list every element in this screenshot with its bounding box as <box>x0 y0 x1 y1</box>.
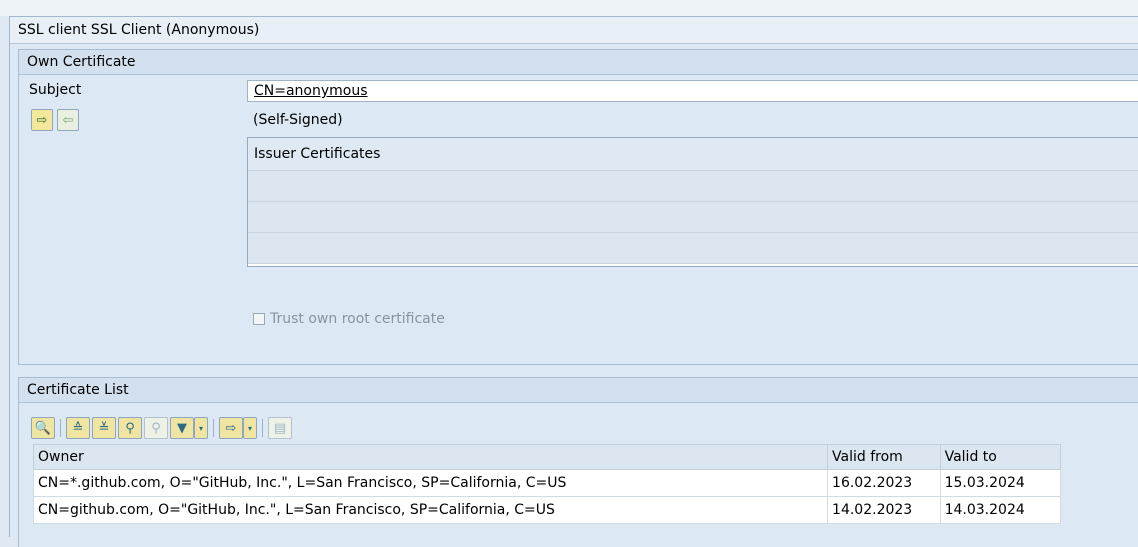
certificate-list-title: Certificate List <box>19 378 1138 403</box>
filter-icon: ▼ <box>177 420 187 436</box>
export-dropdown[interactable]: ▾ <box>243 417 257 439</box>
own-certificate-group: Own Certificate Subject CN=anonymous ⇨ ⇦… <box>18 49 1138 365</box>
sort-descending-button[interactable]: ≚ <box>92 417 116 439</box>
table-row[interactable]: CN=*.github.com, O="GitHub, Inc.", L=San… <box>32 469 1062 497</box>
details-icon: 🔍 <box>34 420 52 436</box>
table-row[interactable] <box>248 233 1138 264</box>
owner-cell[interactable]: CN=*.github.com, O="GitHub, Inc.", L=San… <box>32 469 829 497</box>
sort-ascending-icon: ≙ <box>72 420 84 436</box>
export-certificate-button[interactable]: ⇦ <box>57 109 79 131</box>
chevron-down-icon: ▾ <box>198 423 203 433</box>
find-next-button[interactable]: ⚲ <box>144 417 168 439</box>
table-header-row: Owner Valid from Valid to <box>32 444 1062 470</box>
issuer-certificates-header: Issuer Certificates <box>248 138 1138 171</box>
table-row[interactable]: CN=github.com, O="GitHub, Inc.", L=San F… <box>32 496 1062 524</box>
filter-dropdown[interactable]: ▾ <box>194 417 208 439</box>
certificate-list-group: Certificate List 🔍 ≙ ≚ ⚲ ⚲ ▼ ▾ ⇨ ▾ ▤ Own… <box>18 377 1138 547</box>
trust-own-root-label: Trust own root certificate <box>270 311 445 327</box>
valid-from-cell[interactable]: 16.02.2023 <box>827 469 941 497</box>
certificate-list-table: Owner Valid from Valid to CN=*.github.co… <box>32 444 1062 524</box>
sort-descending-icon: ≚ <box>98 420 110 436</box>
own-certificate-title: Own Certificate <box>19 50 1138 75</box>
import-certificate-button[interactable]: ⇨ <box>31 109 53 131</box>
export-icon: ⇦ <box>62 112 74 128</box>
column-valid-from[interactable]: Valid from <box>827 444 941 470</box>
panel-title: SSL client SSL Client (Anonymous) <box>10 17 1138 44</box>
ssl-client-panel: SSL client SSL Client (Anonymous) Own Ce… <box>9 16 1138 547</box>
valid-to-cell[interactable]: 15.03.2024 <box>939 469 1062 497</box>
import-icon: ⇨ <box>36 112 48 128</box>
trust-own-root-checkbox[interactable]: Trust own root certificate <box>253 311 445 327</box>
column-valid-to[interactable]: Valid to <box>939 444 1062 470</box>
top-strip <box>0 0 1138 16</box>
toolbar-separator <box>262 419 263 437</box>
table-row[interactable] <box>248 202 1138 233</box>
table-row[interactable] <box>248 171 1138 202</box>
certificate-list-toolbar: 🔍 ≙ ≚ ⚲ ⚲ ▼ ▾ ⇨ ▾ ▤ <box>31 416 294 440</box>
filter-button[interactable]: ▼ <box>170 417 194 439</box>
toolbar-separator <box>213 419 214 437</box>
column-owner[interactable]: Owner <box>32 444 829 470</box>
chevron-down-icon: ▾ <box>247 423 252 433</box>
export-list-button[interactable]: ⇨ <box>219 417 243 439</box>
self-signed-label: (Self-Signed) <box>253 112 343 128</box>
details-button[interactable]: 🔍 <box>31 417 55 439</box>
export-list-icon: ⇨ <box>225 420 237 436</box>
layout-icon: ▤ <box>273 420 287 436</box>
find-next-icon: ⚲ <box>151 420 161 436</box>
checkbox-icon <box>253 313 265 325</box>
subject-field[interactable]: CN=anonymous <box>247 80 1138 102</box>
toolbar-separator <box>60 419 61 437</box>
owner-cell[interactable]: CN=github.com, O="GitHub, Inc.", L=San F… <box>32 496 829 524</box>
issuer-certificates-table[interactable]: Issuer Certificates <box>247 137 1138 267</box>
find-icon: ⚲ <box>125 420 135 436</box>
sort-ascending-button[interactable]: ≙ <box>66 417 90 439</box>
layout-button[interactable]: ▤ <box>268 417 292 439</box>
subject-label: Subject <box>29 82 82 98</box>
valid-to-cell[interactable]: 14.03.2024 <box>939 496 1062 524</box>
valid-from-cell[interactable]: 14.02.2023 <box>827 496 941 524</box>
find-button[interactable]: ⚲ <box>118 417 142 439</box>
